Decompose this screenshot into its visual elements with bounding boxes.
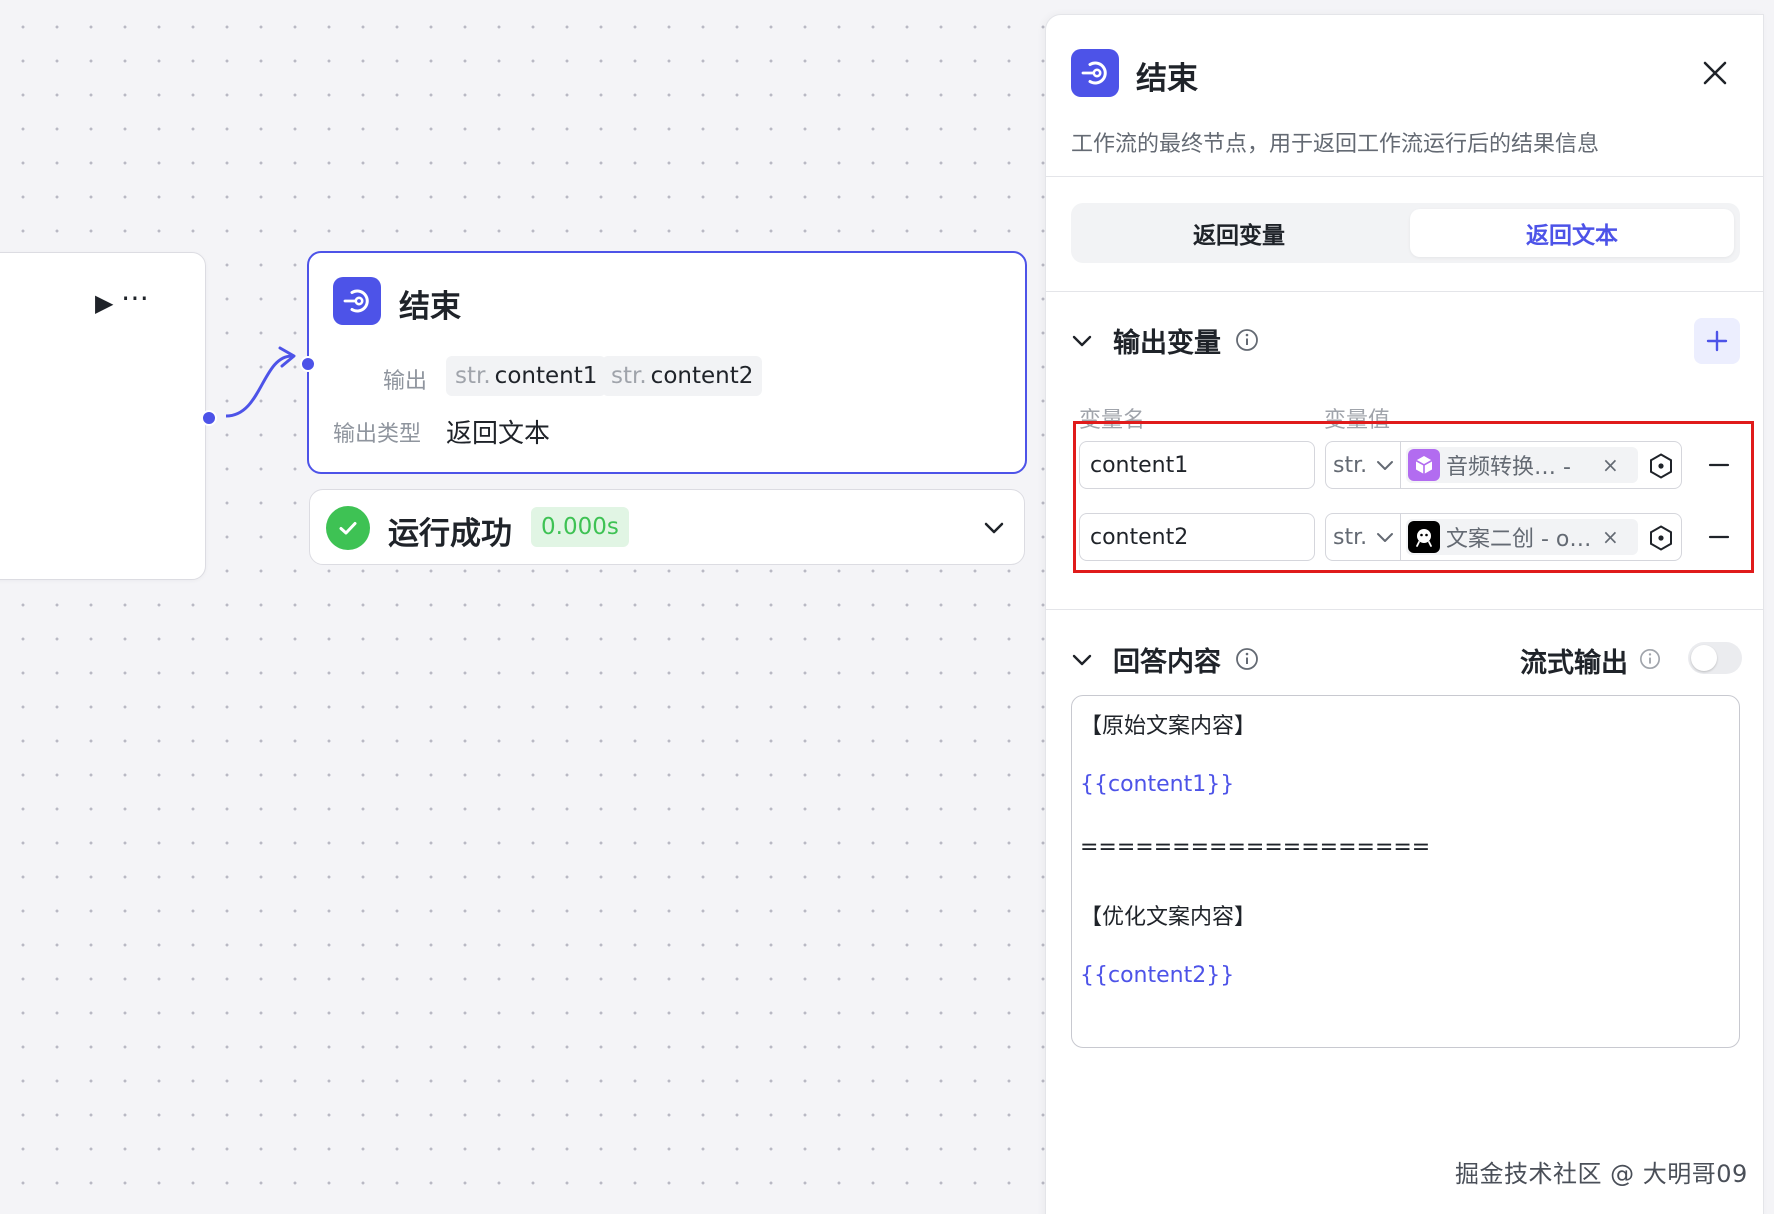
success-check-icon bbox=[326, 506, 370, 550]
reference-tag: 文案二创 - o… × bbox=[1406, 519, 1638, 555]
variable-picker-icon[interactable] bbox=[1647, 524, 1675, 552]
plus-icon bbox=[1706, 330, 1728, 352]
remove-row-icon[interactable] bbox=[1707, 453, 1731, 477]
variable-type-value: str. bbox=[1333, 524, 1368, 550]
variable-reference-field[interactable]: 音频转换… - × bbox=[1400, 441, 1682, 489]
status-duration-badge: 0.000s bbox=[531, 507, 629, 547]
cube-icon bbox=[1408, 449, 1440, 481]
output-type-label: 输出类型 bbox=[333, 422, 422, 447]
stream-output-label: 流式输出 bbox=[1520, 648, 1628, 679]
output-chip-name: content1 bbox=[494, 363, 598, 389]
add-variable-button[interactable] bbox=[1694, 318, 1740, 364]
close-icon[interactable] bbox=[1700, 58, 1730, 88]
variable-name-input[interactable]: content1 bbox=[1079, 441, 1315, 489]
end-node-icon bbox=[333, 277, 381, 325]
chevron-down-icon bbox=[1377, 533, 1394, 542]
panel-title: 结束 bbox=[1136, 61, 1198, 97]
answer-variable-line: {{content1}} bbox=[1080, 772, 1235, 797]
answer-content-editor[interactable]: 【原始文案内容】 {{content1}} ==================… bbox=[1071, 695, 1740, 1048]
output-chip-type: str. bbox=[611, 363, 647, 389]
variable-picker-icon[interactable] bbox=[1647, 452, 1675, 480]
end-node-title: 结束 bbox=[399, 289, 461, 325]
variable-row: content2 str. 文案二创 - o… × bbox=[1079, 513, 1739, 561]
answer-content-title: 回答内容 bbox=[1113, 647, 1221, 678]
connection-edge bbox=[225, 346, 296, 418]
variable-type-select[interactable]: str. bbox=[1325, 513, 1401, 561]
watermark: 掘金技术社区 @ 大明哥09 bbox=[1455, 1160, 1748, 1188]
reference-text: 音频转换… - bbox=[1446, 455, 1571, 480]
output-chip-name: content2 bbox=[650, 363, 754, 389]
remove-row-icon[interactable] bbox=[1707, 525, 1731, 549]
node-settings-panel: 结束 工作流的最终节点，用于返回工作流运行后的结果信息 返回变量 返回文本 输出… bbox=[1045, 14, 1764, 1214]
output-type-value: 返回文本 bbox=[446, 419, 551, 449]
output-chip: str. content2 bbox=[602, 356, 763, 396]
answer-line: 【原始文案内容】 bbox=[1080, 714, 1257, 739]
output-chip: str. content1 bbox=[446, 356, 607, 396]
variable-row: content1 str. 音频转换… - × bbox=[1079, 441, 1739, 489]
return-mode-tabs: 返回变量 返回文本 bbox=[1071, 203, 1740, 263]
end-node[interactable]: 结束 输出 str. content1 str. content2 输出类型 返… bbox=[307, 251, 1027, 474]
stream-output-toggle[interactable] bbox=[1688, 642, 1742, 674]
divider bbox=[1046, 609, 1763, 610]
answer-line: =================== bbox=[1080, 835, 1431, 860]
chevron-down-icon[interactable] bbox=[1071, 330, 1093, 352]
panel-description: 工作流的最终节点，用于返回工作流运行后的结果信息 bbox=[1071, 132, 1600, 157]
variable-type-value: str. bbox=[1333, 452, 1368, 478]
run-status-bar[interactable]: 运行成功 0.000s bbox=[309, 489, 1025, 565]
bot-icon bbox=[1408, 521, 1440, 553]
toggle-knob bbox=[1691, 645, 1717, 671]
info-icon[interactable] bbox=[1639, 648, 1661, 670]
input-port[interactable] bbox=[300, 356, 316, 372]
output-chip-type: str. bbox=[455, 363, 491, 389]
divider bbox=[1046, 291, 1763, 292]
tab-return-variables[interactable]: 返回变量 bbox=[1077, 209, 1401, 257]
reference-tag: 音频转换… - × bbox=[1406, 447, 1638, 483]
tab-return-text[interactable]: 返回文本 bbox=[1410, 209, 1734, 257]
chevron-down-icon[interactable] bbox=[982, 516, 1006, 540]
answer-line: 【优化文案内容】 bbox=[1080, 905, 1257, 930]
reference-text: 文案二创 - o… bbox=[1446, 527, 1592, 552]
output-vars-title: 输出变量 bbox=[1113, 328, 1221, 359]
status-text: 运行成功 bbox=[388, 516, 512, 552]
info-icon[interactable] bbox=[1235, 328, 1259, 352]
answer-variable-line: {{content2}} bbox=[1080, 963, 1235, 988]
divider bbox=[1046, 176, 1763, 177]
info-icon[interactable] bbox=[1235, 647, 1259, 671]
remove-reference-icon[interactable]: × bbox=[1602, 525, 1619, 549]
chevron-down-icon[interactable] bbox=[1071, 649, 1093, 671]
end-node-icon bbox=[1071, 49, 1119, 97]
chevron-down-icon bbox=[1377, 461, 1394, 470]
variable-name-input[interactable]: content2 bbox=[1079, 513, 1315, 561]
remove-reference-icon[interactable]: × bbox=[1602, 453, 1619, 477]
output-label: 输出 bbox=[383, 369, 428, 394]
variable-type-select[interactable]: str. bbox=[1325, 441, 1401, 489]
variable-reference-field[interactable]: 文案二创 - o… × bbox=[1400, 513, 1682, 561]
